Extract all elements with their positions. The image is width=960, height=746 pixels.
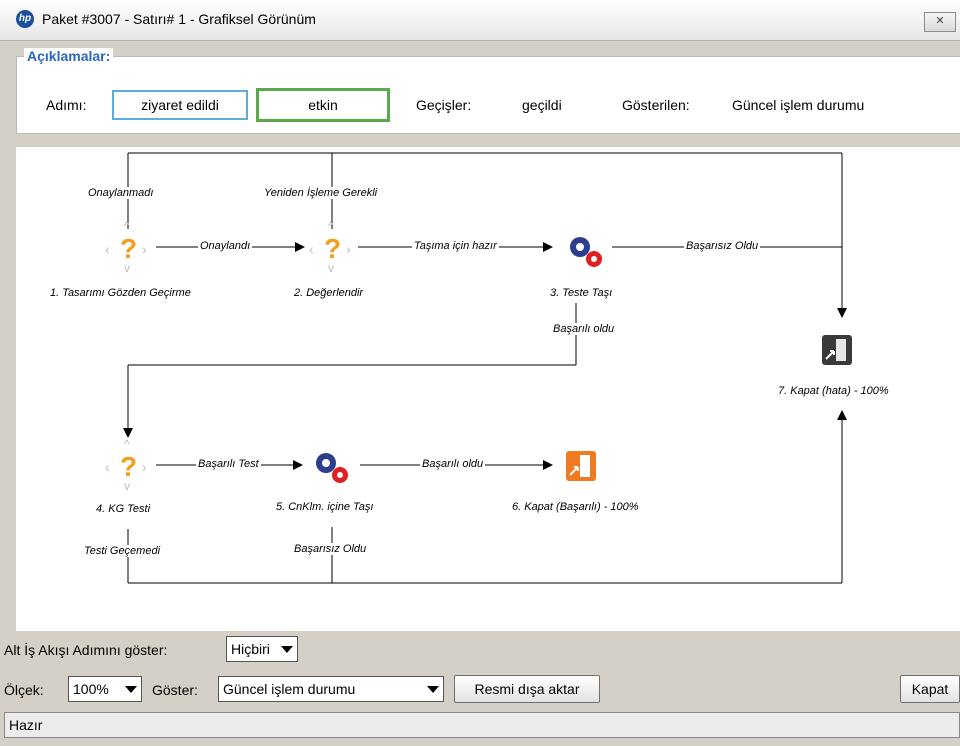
transition-label: Taşıma için hazır <box>412 240 499 252</box>
workflow-step-6[interactable]: 6. Kapat (Başarılı) - 100% <box>512 501 639 513</box>
transition-label: Başarısız Oldu <box>292 543 369 555</box>
export-image-button[interactable]: Resmi dışa aktar <box>454 675 600 703</box>
scale-select[interactable]: 100% <box>68 676 142 702</box>
transition-label: Yeniden İşleme Gerekli <box>262 187 380 199</box>
workflow-canvas: Onaylanmadı Yeniden İşleme Gerekli Onayl… <box>16 146 960 631</box>
workflow-step-7[interactable]: 7. Kapat (hata) - 100% <box>778 385 889 397</box>
legend-transitions-label: Geçişler: <box>416 97 472 113</box>
subflow-select[interactable]: Hiçbiri <box>226 636 298 662</box>
show-label: Göster: <box>152 682 198 698</box>
legend-step-label: Adımı: <box>46 97 87 113</box>
workflow-step-4[interactable]: 4. KG Testi <box>96 503 150 515</box>
show-select-value: Güncel işlem durumu <box>223 681 356 697</box>
chevron-down-icon <box>427 686 439 693</box>
legend-shown-label: Gösterilen: <box>622 97 690 113</box>
chevron-down-icon <box>125 686 137 693</box>
workflow-step-5[interactable]: 5. CnKlm. içine Taşı <box>276 501 373 513</box>
transition-label: Başarılı Test <box>196 458 261 470</box>
transition-label: Onaylandı <box>198 240 253 252</box>
workflow-step-2[interactable]: 2. Değerlendir <box>294 287 363 299</box>
transition-label: Başarısız Oldu <box>684 240 761 252</box>
subflow-label: Alt İş Akışı Adımını göster: <box>4 642 168 658</box>
exit-icon[interactable] <box>820 333 854 367</box>
legend-visited-box: ziyaret edildi <box>112 90 248 120</box>
title-bar: hp Paket #3007 - Satırı# 1 - Grafiksel G… <box>0 0 960 41</box>
transition-label: Başarılı oldu <box>551 323 617 335</box>
question-icon[interactable]: ^ ‹? › v <box>104 219 152 275</box>
gear-icon[interactable] <box>564 233 608 269</box>
status-bar: Hazır <box>4 712 960 738</box>
legend-active-box: etkin <box>256 88 390 122</box>
close-button[interactable]: Kapat <box>900 675 960 703</box>
legend-shown-value: Güncel işlem durumu <box>732 97 865 113</box>
window-title: Paket #3007 - Satırı# 1 - Grafiksel Görü… <box>42 11 316 27</box>
scale-label: Ölçek: <box>4 682 44 698</box>
transition-label: Testi Geçemedi <box>82 545 163 557</box>
close-window-button[interactable]: ✕ <box>924 12 956 32</box>
gear-icon[interactable] <box>310 449 354 485</box>
hp-logo-icon: hp <box>16 10 34 28</box>
transition-label: Onaylanmadı <box>86 187 156 199</box>
subflow-select-value: Hiçbiri <box>231 641 270 657</box>
legend-title: Açıklamalar: <box>24 48 114 64</box>
scale-select-value: 100% <box>73 681 109 697</box>
transition-label: Başarılı oldu <box>420 458 486 470</box>
exit-icon[interactable] <box>564 449 598 483</box>
workflow-step-1[interactable]: 1. Tasarımı Gözden Geçirme <box>50 287 191 299</box>
question-icon[interactable]: ^ ‹? › v <box>308 219 356 275</box>
workflow-step-3[interactable]: 3. Teste Taşı <box>550 287 612 299</box>
legend-transitions-value: geçildi <box>522 97 562 113</box>
chevron-down-icon <box>281 646 293 653</box>
question-icon[interactable]: ^ ‹? › v <box>104 437 152 493</box>
show-select[interactable]: Güncel işlem durumu <box>218 676 444 702</box>
